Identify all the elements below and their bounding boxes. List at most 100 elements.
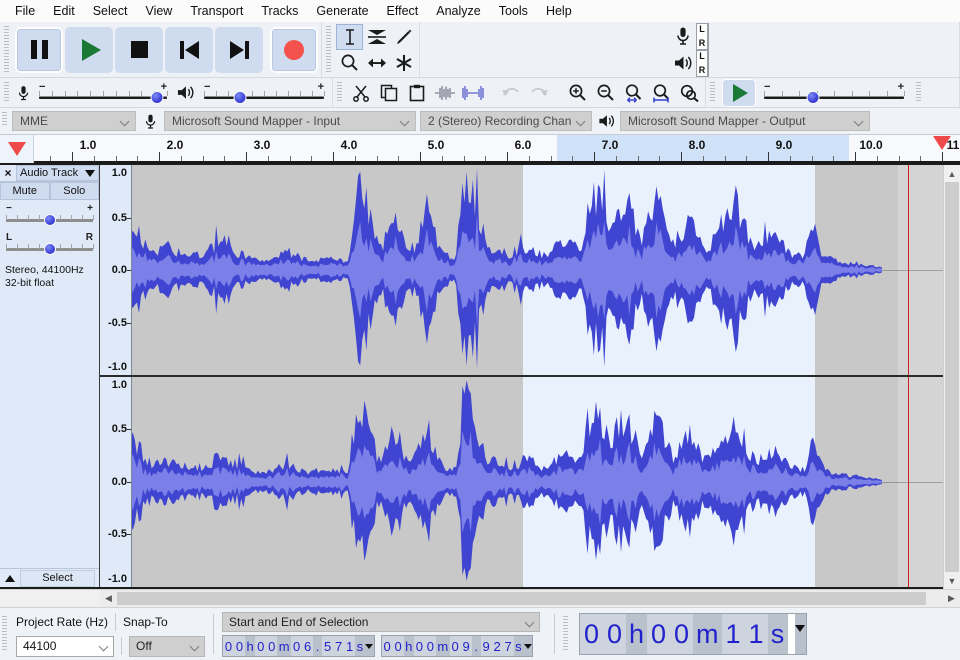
undo-button[interactable] xyxy=(497,79,525,107)
waveform-left-channel[interactable] xyxy=(132,165,943,375)
silence-audio-button[interactable] xyxy=(459,79,487,107)
stop-button[interactable] xyxy=(115,27,163,73)
time-spinner-button[interactable] xyxy=(523,636,532,656)
selection-end-field[interactable]: 00h00m09.927s xyxy=(381,635,534,657)
zoom-toggle-button[interactable] xyxy=(675,79,703,107)
audio-position-field[interactable]: 00h00m11s xyxy=(579,613,807,655)
time-separator[interactable]: m xyxy=(693,614,722,654)
track-name-menu-button[interactable]: Audio Track xyxy=(16,165,99,181)
playback-device-combo[interactable]: Microsoft Sound Mapper - Output xyxy=(620,111,870,131)
time-digit[interactable]: 1 xyxy=(344,636,355,656)
time-digit[interactable]: 0 xyxy=(580,614,603,654)
timeline-ruler[interactable]: 1.02.03.04.05.06.07.08.09.010.011.0 xyxy=(34,135,960,163)
time-spinner-button[interactable] xyxy=(365,636,374,656)
time-digit[interactable]: 7 xyxy=(503,636,514,656)
device-toolbar-grip[interactable] xyxy=(2,108,11,130)
transport-toolbar-grip[interactable] xyxy=(4,22,13,77)
selection-toolbar-grip[interactable] xyxy=(2,612,11,656)
time-digit[interactable]: 0 xyxy=(291,636,302,656)
vertical-ruler-left-channel[interactable]: 1.00.50.0-0.5-1.0 xyxy=(100,165,132,375)
recording-volume-thumb[interactable] xyxy=(150,91,163,104)
menu-item-generate[interactable]: Generate xyxy=(307,2,377,20)
scroll-left-button[interactable]: ◀ xyxy=(100,593,117,604)
track-close-button[interactable]: × xyxy=(0,165,16,181)
track-solo-button[interactable]: Solo xyxy=(50,182,100,200)
time-separator[interactable]: . xyxy=(313,636,322,656)
skip-to-start-button[interactable] xyxy=(165,27,213,73)
recording-meter[interactable]: LR -54 -48 -42 xyxy=(670,23,709,50)
time-digit[interactable]: 0 xyxy=(393,636,404,656)
menu-item-edit[interactable]: Edit xyxy=(44,2,84,20)
pinned-play-head-button[interactable] xyxy=(0,135,34,163)
playback-volume-thumb[interactable] xyxy=(234,91,247,104)
trim-audio-button[interactable] xyxy=(431,79,459,107)
time-digit[interactable]: 0 xyxy=(425,636,436,656)
time-digit[interactable]: 1 xyxy=(745,614,768,654)
vertical-ruler-right-channel[interactable]: 1.00.50.0-0.5-1.0 xyxy=(100,377,132,587)
time-separator[interactable]: . xyxy=(472,636,481,656)
time-digit[interactable]: 5 xyxy=(322,636,333,656)
snap-to-combo[interactable]: Off xyxy=(129,636,205,657)
time-digit[interactable]: 0 xyxy=(414,636,425,656)
scroll-up-button[interactable]: ▲ xyxy=(944,165,960,182)
cut-button[interactable] xyxy=(347,79,375,107)
vertical-scrollbar[interactable]: ▲ ▼ xyxy=(943,165,960,589)
menu-item-select[interactable]: Select xyxy=(84,2,137,20)
copy-button[interactable] xyxy=(375,79,403,107)
time-separator[interactable]: h xyxy=(404,636,414,656)
time-separator[interactable]: s xyxy=(768,614,788,654)
play-at-speed-button[interactable] xyxy=(722,79,756,107)
time-digit[interactable]: 0 xyxy=(266,636,277,656)
redo-button[interactable] xyxy=(525,79,553,107)
mixer-toolbar-grip[interactable] xyxy=(4,78,13,107)
time-digit[interactable]: 1 xyxy=(722,614,745,654)
edit-toolbar-grip[interactable] xyxy=(337,78,346,107)
time-digit[interactable]: 7 xyxy=(333,636,344,656)
menu-item-effect[interactable]: Effect xyxy=(378,2,428,20)
playback-volume-slider[interactable]: − + xyxy=(204,80,324,106)
time-digit[interactable]: 0 xyxy=(382,636,393,656)
audio-position-grip[interactable] xyxy=(563,612,572,656)
skip-to-end-button[interactable] xyxy=(215,27,263,73)
menu-item-view[interactable]: View xyxy=(136,2,181,20)
time-separator[interactable]: h xyxy=(245,636,255,656)
vertical-scrollbar-thumb[interactable] xyxy=(945,182,959,572)
horizontal-scrollbar-thumb[interactable] xyxy=(117,592,926,605)
project-rate-combo[interactable]: 44100 xyxy=(16,636,114,657)
envelope-tool-button[interactable] xyxy=(363,24,390,50)
tools-toolbar-grip[interactable] xyxy=(326,22,335,77)
horizontal-scrollbar[interactable]: ◀ ▶ xyxy=(100,590,960,607)
playback-position-triangle-icon[interactable] xyxy=(933,136,951,150)
time-digit[interactable]: 0 xyxy=(255,636,266,656)
track-pan-slider[interactable]: L R xyxy=(6,232,93,258)
time-digit[interactable]: 0 xyxy=(234,636,245,656)
time-digit[interactable]: 0 xyxy=(647,614,670,654)
record-button[interactable] xyxy=(270,27,318,73)
scroll-right-button[interactable]: ▶ xyxy=(943,593,960,604)
selection-tool-button[interactable] xyxy=(336,24,363,50)
time-digit[interactable]: 0 xyxy=(450,636,461,656)
playback-meter[interactable]: LR -54 -48 -42 -36 -30 -24 -18 -12 -6 0 xyxy=(670,50,709,77)
fit-selection-button[interactable] xyxy=(619,79,647,107)
time-digit[interactable]: 9 xyxy=(481,636,492,656)
play-at-speed-toolbar-grip[interactable] xyxy=(710,78,719,107)
menu-item-file[interactable]: File xyxy=(6,2,44,20)
selection-mode-combo[interactable]: Start and End of Selection xyxy=(222,612,540,632)
time-separator[interactable]: m xyxy=(277,636,291,656)
recording-channels-combo[interactable]: 2 (Stereo) Recording Chann xyxy=(420,111,592,131)
play-speed-slider[interactable]: − + xyxy=(764,80,904,106)
recording-volume-slider[interactable]: − + xyxy=(39,80,167,106)
time-spinner-button[interactable] xyxy=(795,625,806,643)
track-pan-thumb[interactable] xyxy=(44,243,56,255)
recording-device-combo[interactable]: Microsoft Sound Mapper - Input xyxy=(164,111,416,131)
multi-tool-button[interactable] xyxy=(390,50,417,76)
spare-toolbar-grip[interactable] xyxy=(916,78,925,107)
paste-button[interactable] xyxy=(403,79,431,107)
time-digit[interactable]: 2 xyxy=(492,636,503,656)
waveform-right-channel[interactable] xyxy=(132,377,943,587)
time-digit[interactable]: 6 xyxy=(302,636,313,656)
play-button[interactable] xyxy=(65,27,113,73)
track-mute-button[interactable]: Mute xyxy=(0,182,50,200)
audio-host-combo[interactable]: MME xyxy=(12,111,136,131)
menu-item-help[interactable]: Help xyxy=(537,2,581,20)
